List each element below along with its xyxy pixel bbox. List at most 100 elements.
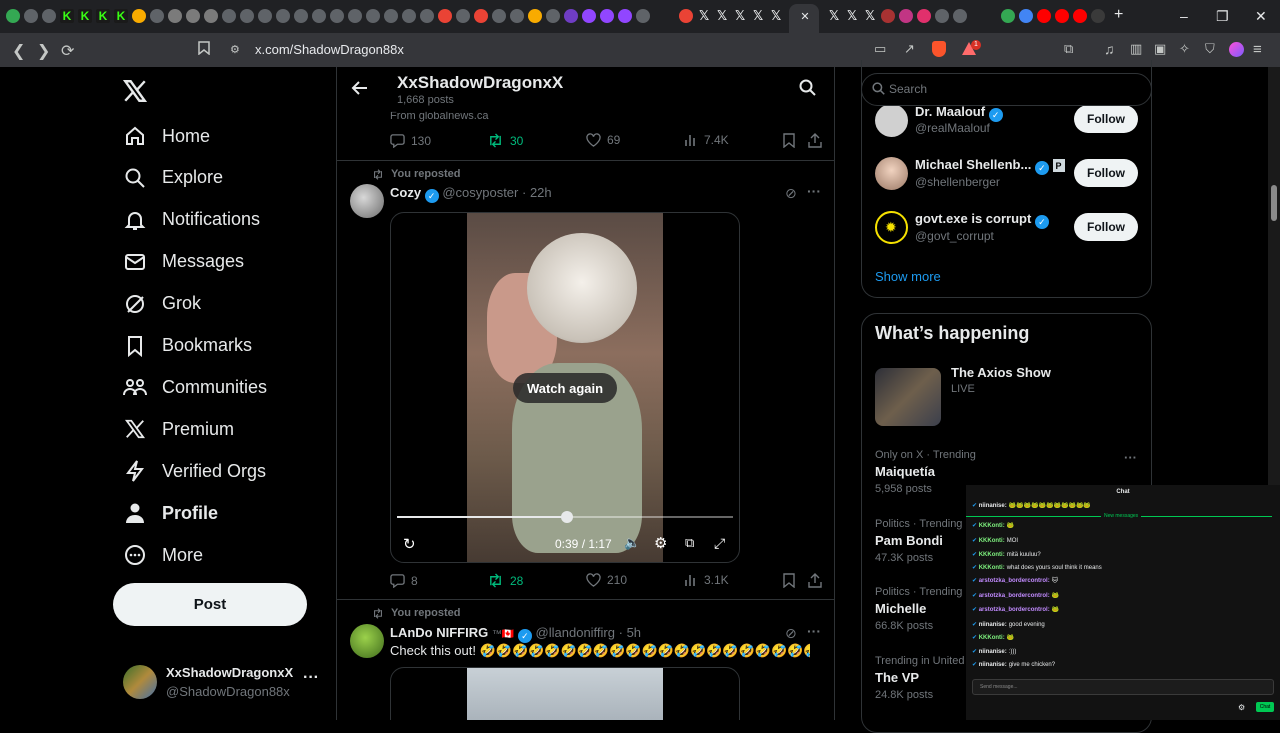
author-name[interactable]: Cozy — [390, 185, 421, 200]
browser-tab[interactable]: K — [96, 9, 110, 23]
browser-tab[interactable] — [420, 9, 434, 23]
search-input[interactable]: Search — [861, 73, 1152, 106]
menu-icon[interactable]: ≡ — [1253, 41, 1262, 58]
more-dots-icon[interactable]: ··· — [807, 183, 821, 199]
browser-tab[interactable]: K — [78, 9, 92, 23]
like-button[interactable]: 210 — [586, 573, 627, 587]
browser-tab[interactable] — [384, 9, 398, 23]
nav-item-communities[interactable]: Communities — [122, 367, 267, 407]
watch-again-button[interactable]: Watch again — [513, 373, 617, 403]
browser-tab[interactable] — [935, 9, 949, 23]
show-more-link[interactable]: Show more — [875, 269, 941, 284]
browser-tab[interactable] — [456, 9, 470, 23]
chat-username[interactable]: arstotzka_bordercontrol: — [979, 607, 1050, 613]
browser-tab[interactable] — [1037, 9, 1051, 23]
browser-tab[interactable] — [294, 9, 308, 23]
chat-username[interactable]: niinanise: — [979, 503, 1007, 509]
volume-icon[interactable]: 🔈 — [624, 535, 640, 551]
chat-username[interactable]: niinanise: — [979, 622, 1007, 628]
settings-icon[interactable]: ⚙ — [654, 534, 667, 552]
video-player[interactable]: Watch again ↻ 0:39 / 1:17 🔈 ⚙ ⧉ ⤢ — [390, 212, 740, 563]
replay-icon[interactable]: ↻ — [403, 535, 416, 553]
avatar[interactable] — [350, 624, 384, 658]
follow-button[interactable]: Follow — [1074, 105, 1138, 133]
chat-send-button[interactable]: Chat — [1256, 702, 1274, 712]
live-thumbnail[interactable] — [875, 368, 941, 426]
share-icon[interactable]: ↗ — [904, 41, 915, 57]
avatar[interactable] — [875, 104, 908, 137]
browser-tab[interactable] — [1019, 9, 1033, 23]
nav-item-messages[interactable]: Messages — [122, 242, 244, 282]
browser-tab[interactable]: K — [60, 9, 74, 23]
browser-tab[interactable] — [618, 9, 632, 23]
restore-icon[interactable]: ❐ — [1216, 8, 1229, 25]
browser-tab[interactable] — [881, 9, 895, 23]
chat-username[interactable]: KKKonti: — [979, 523, 1005, 529]
cast-icon[interactable]: ▭ — [874, 41, 886, 57]
follow-account-name[interactable]: Dr. Maalouf ✓ — [915, 104, 1003, 122]
more-dots-icon[interactable]: ··· — [807, 623, 821, 639]
grok-explain-icon[interactable]: ⊘ — [785, 185, 797, 202]
browser-tab[interactable] — [917, 9, 931, 23]
bookmark-icon[interactable] — [783, 133, 801, 148]
browser-tab[interactable] — [1001, 9, 1015, 23]
forward-icon[interactable]: ❯ — [37, 41, 50, 61]
tweet-time[interactable]: · 22h — [522, 185, 552, 200]
follow-account-name[interactable]: govt.exe is corrupt ✓ — [915, 211, 1049, 229]
back-arrow-icon[interactable] — [351, 79, 369, 102]
browser-tab[interactable] — [1055, 9, 1069, 23]
trend-name[interactable]: The VP — [875, 670, 919, 685]
x-logo-icon[interactable] — [122, 78, 148, 109]
brave-shield-icon[interactable] — [932, 41, 946, 57]
browser-tab[interactable] — [348, 9, 362, 23]
live-title[interactable]: The Axios Show — [951, 365, 1051, 380]
browser-tab-x[interactable]: 𝕏 — [845, 9, 859, 23]
browser-tab[interactable] — [474, 9, 488, 23]
leo-ai-icon[interactable]: ✧ — [1179, 41, 1190, 57]
like-button[interactable]: 69 — [586, 133, 620, 147]
browser-tab-x[interactable]: 𝕏 — [769, 9, 783, 23]
scrollbar-thumb[interactable] — [1271, 185, 1277, 221]
browser-tab[interactable] — [528, 9, 542, 23]
address-bar[interactable]: ⚙ x.com/ShadowDragon88x — [220, 38, 920, 62]
fullscreen-icon[interactable]: ⤢ — [714, 535, 725, 552]
chat-username[interactable]: KKKonti: — [979, 635, 1005, 641]
browser-tab-x[interactable]: 𝕏 — [827, 9, 841, 23]
nav-item-profile[interactable]: Profile — [122, 493, 218, 533]
chat-username[interactable]: niinanise: — [979, 649, 1007, 655]
chat-username[interactable]: niinanise: — [979, 662, 1007, 668]
browser-tab[interactable] — [546, 9, 560, 23]
chat-username[interactable]: KKKonti: — [979, 565, 1005, 571]
share-icon[interactable] — [808, 573, 828, 588]
trend-name[interactable]: Pam Bondi — [875, 533, 943, 548]
repost-button[interactable]: 28 — [487, 573, 523, 588]
follow-account-handle[interactable]: @shellenberger — [915, 175, 1000, 189]
new-tab-icon[interactable]: + — [1114, 6, 1123, 24]
bookmark-icon[interactable] — [783, 573, 801, 588]
wallet-icon[interactable]: ▣ — [1154, 41, 1166, 57]
screenshot-icon[interactable]: ⧉ — [1064, 41, 1073, 57]
nav-item-home[interactable]: Home — [122, 116, 210, 156]
trend-name[interactable]: Maiquetía — [875, 464, 935, 479]
browser-tab[interactable] — [222, 9, 236, 23]
chat-input[interactable]: Send message... — [972, 679, 1274, 695]
browser-tab-x[interactable]: 𝕏 — [751, 9, 765, 23]
follow-button[interactable]: Follow — [1074, 159, 1138, 187]
chat-username[interactable]: KKKonti: — [979, 552, 1005, 558]
browser-tab[interactable] — [258, 9, 272, 23]
vpn-icon[interactable]: ⛉ — [1205, 41, 1215, 57]
browser-tab[interactable] — [312, 9, 326, 23]
extension-icon[interactable] — [1229, 42, 1244, 57]
trend-name[interactable]: Michelle — [875, 601, 926, 616]
browser-tab[interactable] — [132, 9, 146, 23]
music-icon[interactable]: ♫ — [1104, 41, 1115, 57]
browser-tab[interactable] — [402, 9, 416, 23]
nav-item-verified-orgs[interactable]: Verified Orgs — [122, 451, 266, 491]
post-button[interactable]: Post — [113, 583, 307, 626]
browser-tab[interactable] — [42, 9, 56, 23]
browser-tab[interactable] — [204, 9, 218, 23]
avatar[interactable] — [350, 184, 384, 218]
sidebar-icon[interactable]: ▥ — [1130, 41, 1142, 57]
chat-settings-icon[interactable]: ⚙ — [1238, 703, 1245, 712]
follow-account-handle[interactable]: @govt_corrupt — [915, 229, 994, 243]
